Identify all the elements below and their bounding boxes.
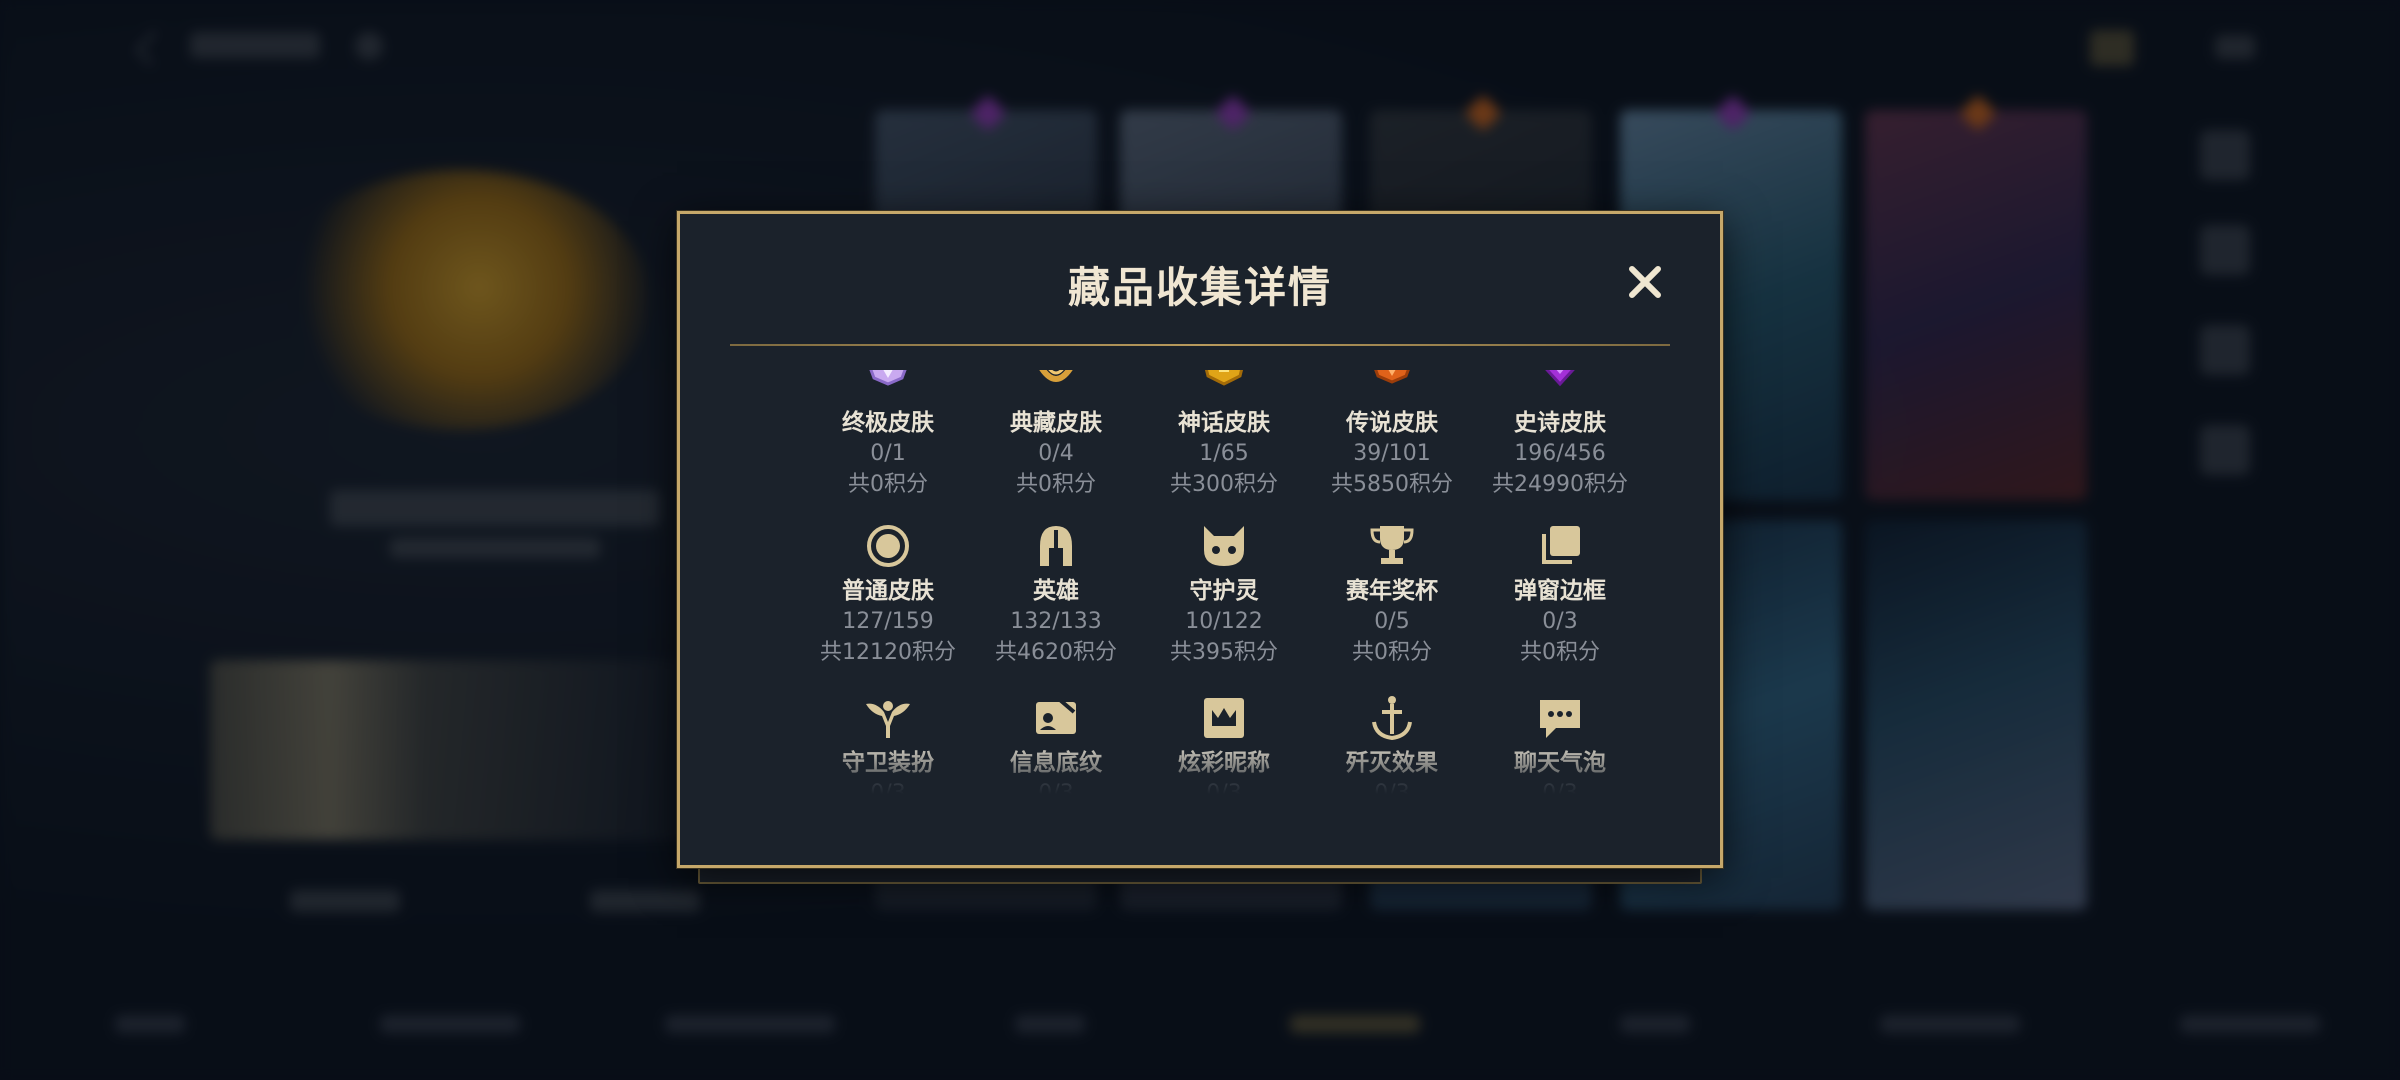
item-name: 神话皮肤 bbox=[1178, 410, 1270, 436]
item-points: 共24990积分 bbox=[1492, 472, 1628, 497]
item-points: 共0积分 bbox=[1520, 640, 1600, 665]
item-name: 史诗皮肤 bbox=[1514, 410, 1606, 436]
collection-item-prestige: 典藏皮肤 0/4 共0积分 bbox=[966, 370, 1146, 500]
ring-icon bbox=[862, 520, 914, 572]
item-name: 普通皮肤 bbox=[842, 578, 934, 604]
collection-item-epic: 史诗皮肤 196/456 共24990积分 bbox=[1470, 370, 1650, 500]
collection-item-chroma-name: 炫彩昵称 0/3 bbox=[1134, 692, 1314, 800]
trophy-icon bbox=[1366, 520, 1418, 572]
item-name: 弹窗边框 bbox=[1514, 578, 1606, 604]
item-count: 0/3 bbox=[870, 781, 906, 800]
item-count: 196/456 bbox=[1514, 441, 1606, 466]
item-points: 共12120积分 bbox=[820, 640, 956, 665]
item-count: 1/65 bbox=[1199, 441, 1249, 466]
item-points: 共395积分 bbox=[1170, 640, 1278, 665]
item-name: 传说皮肤 bbox=[1346, 410, 1438, 436]
item-count: 0/4 bbox=[1038, 441, 1074, 466]
item-count: 0/3 bbox=[1206, 781, 1242, 800]
item-points: 共300积分 bbox=[1170, 472, 1278, 497]
ultimate-skin-icon bbox=[862, 370, 914, 404]
item-name: 炫彩昵称 bbox=[1178, 750, 1270, 776]
collection-item-legendary: 传说皮肤 39/101 共5850积分 bbox=[1302, 370, 1482, 500]
item-name: 英雄 bbox=[1033, 578, 1079, 604]
item-name: 信息底纹 bbox=[1010, 750, 1102, 776]
collection-item-ward: 守卫装扮 0/3 bbox=[798, 692, 978, 800]
item-name: 守卫装扮 bbox=[842, 750, 934, 776]
collection-item-regular-skin: 普通皮肤 127/159 共12120积分 bbox=[798, 520, 978, 668]
collection-item-little-legend: 守护灵 10/122 共395积分 bbox=[1134, 520, 1314, 668]
item-count: 127/159 bbox=[842, 609, 934, 634]
item-count: 132/133 bbox=[1010, 609, 1102, 634]
item-points: 共4620积分 bbox=[995, 640, 1117, 665]
item-points: 共0积分 bbox=[1016, 472, 1096, 497]
epic-skin-icon bbox=[1534, 370, 1586, 404]
layers-icon bbox=[1534, 520, 1586, 572]
item-points: 共5850积分 bbox=[1331, 472, 1453, 497]
item-count: 0/3 bbox=[1374, 781, 1410, 800]
item-count: 0/5 bbox=[1374, 609, 1410, 634]
collection-item-chat-bubble: 聊天气泡 0/3 bbox=[1470, 692, 1650, 800]
item-name: 典藏皮肤 bbox=[1010, 410, 1102, 436]
crown-card-icon bbox=[1198, 692, 1250, 744]
helmet-icon bbox=[1030, 520, 1082, 572]
item-name: 聊天气泡 bbox=[1514, 750, 1606, 776]
item-count: 0/3 bbox=[1542, 609, 1578, 634]
little-legend-icon bbox=[1198, 520, 1250, 572]
item-name: 终极皮肤 bbox=[842, 410, 934, 436]
modal-title: 藏品收集详情 bbox=[1067, 263, 1332, 312]
collection-item-banner: 信息底纹 0/3 bbox=[966, 692, 1146, 800]
item-count: 10/122 bbox=[1185, 609, 1263, 634]
collection-item-profile-border: 弹窗边框 0/3 共0积分 bbox=[1470, 520, 1650, 668]
collection-item-mythic: 神话皮肤 1/65 共300积分 bbox=[1134, 370, 1314, 500]
legendary-skin-icon bbox=[1366, 370, 1418, 404]
collection-item-finisher: 歼灭效果 0/3 bbox=[1302, 692, 1482, 800]
item-name: 赛年奖杯 bbox=[1346, 578, 1438, 604]
collection-item-champion: 英雄 132/133 共4620积分 bbox=[966, 520, 1146, 668]
collection-item-ultimate: 终极皮肤 0/1 共0积分 bbox=[798, 370, 978, 500]
item-count: 39/101 bbox=[1353, 441, 1431, 466]
item-points: 共0积分 bbox=[1352, 640, 1432, 665]
collection-item-trophy: 赛年奖杯 0/5 共0积分 bbox=[1302, 520, 1482, 668]
item-points: 共0积分 bbox=[848, 472, 928, 497]
title-divider bbox=[730, 344, 1670, 346]
ward-icon bbox=[862, 692, 914, 744]
item-name: 歼灭效果 bbox=[1346, 750, 1438, 776]
prestige-skin-icon bbox=[1030, 370, 1082, 404]
item-count: 0/1 bbox=[870, 441, 906, 466]
banner-edit-icon bbox=[1030, 692, 1082, 744]
item-count: 0/3 bbox=[1542, 781, 1578, 800]
collection-details-modal: 藏品收集详情 终极皮肤 0/1 共0积分 典藏皮肤 0/4 共0积分 神话皮肤 … bbox=[677, 211, 1723, 868]
item-count: 0/3 bbox=[1038, 781, 1074, 800]
item-name: 守护灵 bbox=[1189, 578, 1259, 604]
collection-grid[interactable]: 终极皮肤 0/1 共0积分 典藏皮肤 0/4 共0积分 神话皮肤 1/65 共3… bbox=[740, 370, 1660, 800]
close-icon bbox=[1629, 266, 1661, 298]
anchor-icon bbox=[1366, 692, 1418, 744]
mythic-skin-icon bbox=[1198, 370, 1250, 404]
chat-bubble-icon bbox=[1534, 692, 1586, 744]
close-button[interactable] bbox=[1622, 259, 1668, 305]
